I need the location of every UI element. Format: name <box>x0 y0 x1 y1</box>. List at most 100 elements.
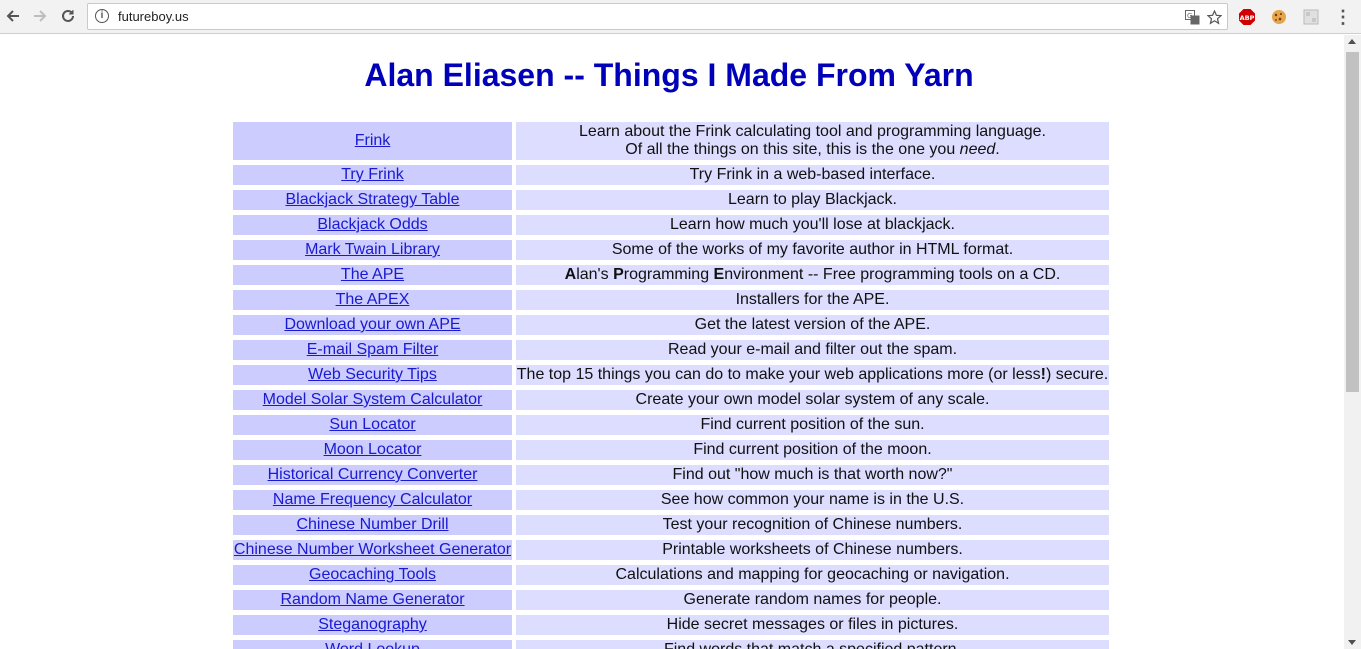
link-sun-locator[interactable]: Sun Locator <box>329 416 415 433</box>
link-the-ape[interactable]: The APE <box>341 266 404 283</box>
link-cell: E-mail Spam Filter <box>233 340 512 360</box>
table-row: Web Security Tips The top 15 things you … <box>233 365 1109 385</box>
description-cell: Get the latest version of the APE. <box>516 315 1109 335</box>
link-cell: The APEX <box>233 290 512 310</box>
link-cell: Steganography <box>233 615 512 635</box>
link-steganography[interactable]: Steganography <box>318 616 427 633</box>
link-cell: Download your own APE <box>233 315 512 335</box>
link-cell: The APE <box>233 265 512 285</box>
description-text: Of all the things on this site, this is … <box>625 141 960 158</box>
reload-icon[interactable] <box>57 5 79 27</box>
link-cell: Frink <box>233 122 512 160</box>
page-title: Alan Eliasen -- Things I Made From Yarn <box>364 57 974 93</box>
link-cell: Model Solar System Calculator <box>233 390 512 410</box>
description-cell: Some of the works of my favorite author … <box>516 240 1109 260</box>
description-text: ) secure. <box>1045 366 1109 383</box>
link-cell: Historical Currency Converter <box>233 465 512 485</box>
svg-text:G: G <box>1187 12 1192 20</box>
kebab-menu-icon[interactable]: ⋮ <box>1333 7 1353 27</box>
link-try-frink[interactable]: Try Frink <box>341 166 404 183</box>
link-cell: Mark Twain Library <box>233 240 512 260</box>
description-text: Learn about the Frink calculating tool a… <box>579 123 1046 140</box>
description-cell: Read your e-mail and filter out the spam… <box>516 340 1109 360</box>
description-cell: Try Frink in a web-based interface. <box>516 165 1109 185</box>
link-chinese-number-drill[interactable]: Chinese Number Drill <box>296 516 448 533</box>
description-cell: Calculations and mapping for geocaching … <box>516 565 1109 585</box>
link-chinese-number-worksheet-generator[interactable]: Chinese Number Worksheet Generator <box>234 541 511 558</box>
projects-table: Frink Learn about the Frink calculating … <box>229 117 1113 649</box>
arrow-left-icon[interactable] <box>2 5 24 27</box>
link-historical-currency-converter[interactable]: Historical Currency Converter <box>268 466 478 483</box>
link-download-ape[interactable]: Download your own APE <box>284 316 460 333</box>
description-text: The top 15 things you can do to make you… <box>516 366 1041 383</box>
link-cell: Try Frink <box>233 165 512 185</box>
description-cell: Printable worksheets of Chinese numbers. <box>516 540 1109 560</box>
description-cell: The top 15 things you can do to make you… <box>516 365 1109 385</box>
star-icon[interactable] <box>1205 8 1223 26</box>
description-cell: Installers for the APE. <box>516 290 1109 310</box>
table-row: The APEX Installers for the APE. <box>233 290 1109 310</box>
table-row: Blackjack Strategy Table Learn to play B… <box>233 190 1109 210</box>
link-cell: Chinese Number Drill <box>233 515 512 535</box>
description-cell: Find current position of the moon. <box>516 440 1109 460</box>
link-web-security-tips[interactable]: Web Security Tips <box>308 366 437 383</box>
table-row: Steganography Hide secret messages or fi… <box>233 615 1109 635</box>
table-row: The APE Alan's Programming Environment -… <box>233 265 1109 285</box>
table-row: Try Frink Try Frink in a web-based inter… <box>233 165 1109 185</box>
info-icon[interactable]: i <box>95 9 109 23</box>
link-cell: Chinese Number Worksheet Generator <box>233 540 512 560</box>
link-model-solar-system[interactable]: Model Solar System Calculator <box>263 391 483 408</box>
page-content: Alan Eliasen -- Things I Made From Yarn … <box>0 35 1344 649</box>
table-row: Random Name Generator Generate random na… <box>233 590 1109 610</box>
link-random-name-generator[interactable]: Random Name Generator <box>280 591 464 608</box>
table-row: Frink Learn about the Frink calculating … <box>233 122 1109 160</box>
bold-letter: E <box>713 266 725 283</box>
abp-icon[interactable]: ABP <box>1237 7 1257 27</box>
link-blackjack-strategy-table[interactable]: Blackjack Strategy Table <box>285 191 459 208</box>
link-word-lookup[interactable]: Word Lookup <box>325 641 420 649</box>
svg-text:ABP: ABP <box>1240 14 1255 22</box>
address-url[interactable]: futureboy.us <box>118 9 189 24</box>
link-cell: Sun Locator <box>233 415 512 435</box>
link-frink[interactable]: Frink <box>355 132 391 149</box>
description-cell: Learn about the Frink calculating tool a… <box>516 122 1109 160</box>
description-cell: Generate random names for people. <box>516 590 1109 610</box>
link-cell: Name Frequency Calculator <box>233 490 512 510</box>
link-cell: Blackjack Strategy Table <box>233 190 512 210</box>
scroll-up-arrow-icon[interactable] <box>1348 39 1356 44</box>
table-row: Mark Twain Library Some of the works of … <box>233 240 1109 260</box>
link-blackjack-odds[interactable]: Blackjack Odds <box>317 216 427 233</box>
table-row: Geocaching Tools Calculations and mappin… <box>233 565 1109 585</box>
extension-icon[interactable] <box>1301 7 1321 27</box>
link-mark-twain-library[interactable]: Mark Twain Library <box>305 241 440 258</box>
link-the-apex[interactable]: The APEX <box>336 291 410 308</box>
link-email-spam-filter[interactable]: E-mail Spam Filter <box>307 341 439 358</box>
table-row: Chinese Number Worksheet Generator Print… <box>233 540 1109 560</box>
description-text: rogramming <box>623 266 714 283</box>
link-name-frequency-calculator[interactable]: Name Frequency Calculator <box>273 491 472 508</box>
link-cell: Geocaching Tools <box>233 565 512 585</box>
table-row: Chinese Number Drill Test your recogniti… <box>233 515 1109 535</box>
table-row: Name Frequency Calculator See how common… <box>233 490 1109 510</box>
link-moon-locator[interactable]: Moon Locator <box>324 441 422 458</box>
translate-icon[interactable]: G <box>1183 8 1201 26</box>
scrollbar-thumb[interactable] <box>1346 52 1359 392</box>
link-cell: Moon Locator <box>233 440 512 460</box>
scroll-down-arrow-icon[interactable] <box>1348 640 1356 645</box>
bold-letter: P <box>613 266 624 283</box>
description-cell: Learn to play Blackjack. <box>516 190 1109 210</box>
description-text: lan's <box>576 266 614 283</box>
link-geocaching-tools[interactable]: Geocaching Tools <box>309 566 436 583</box>
link-cell: Word Lookup <box>233 640 512 649</box>
table-row: Historical Currency Converter Find out "… <box>233 465 1109 485</box>
address-bar[interactable]: i futureboy.us G <box>87 3 1228 30</box>
description-text: nvironment -- Free programming tools on … <box>724 266 1061 283</box>
table-row: Sun Locator Find current position of the… <box>233 415 1109 435</box>
cookie-icon[interactable] <box>1269 7 1289 27</box>
table-row: E-mail Spam Filter Read your e-mail and … <box>233 340 1109 360</box>
emphasis-text: need <box>959 141 996 158</box>
vertical-scrollbar[interactable] <box>1344 35 1361 649</box>
link-cell: Blackjack Odds <box>233 215 512 235</box>
arrow-right-icon[interactable] <box>29 5 51 27</box>
link-cell: Web Security Tips <box>233 365 512 385</box>
